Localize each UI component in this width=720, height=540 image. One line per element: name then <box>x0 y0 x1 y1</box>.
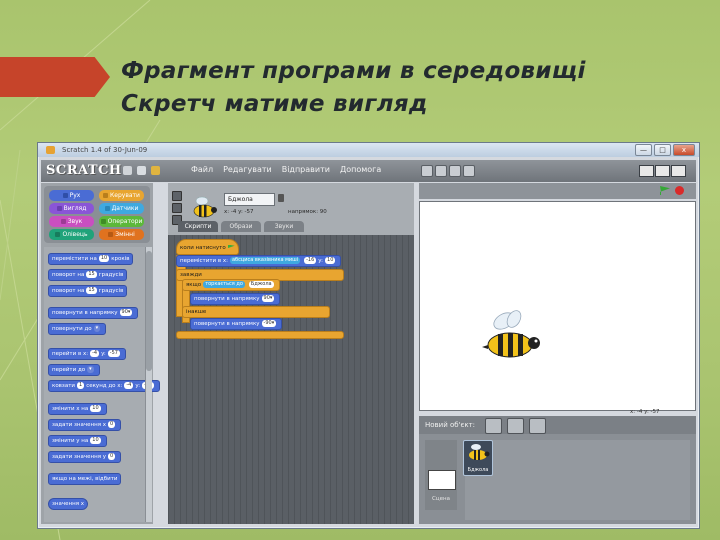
stage-toolbar <box>419 183 696 199</box>
small-stage-button[interactable] <box>639 165 654 177</box>
forever-block-end <box>176 331 344 339</box>
scissors-tool-icon[interactable] <box>435 165 447 177</box>
green-flag-icon <box>227 244 235 249</box>
goto-xy-script-block[interactable]: перемістити в x: абсциса вказівника миші -… <box>176 255 342 267</box>
new-sprite-label: Новий об'єкт: <box>425 421 476 429</box>
set-x-block[interactable]: задати значення x0 <box>48 419 122 431</box>
menu-edit[interactable]: Редагувати <box>223 165 272 174</box>
stage-label: Сцена <box>432 496 450 502</box>
category-operators[interactable]: Оператори <box>99 216 144 227</box>
globe-icon[interactable] <box>123 166 132 175</box>
bounce-block[interactable]: якщо на межі, відбити <box>48 473 122 485</box>
if-block[interactable]: якщо торкається до Бджола <box>182 279 280 291</box>
sprite-direction: напрямок: 90 <box>288 209 327 215</box>
slide-title-line1: Фрагмент програми в середовищі <box>121 58 586 84</box>
category-pen[interactable]: Олівець <box>49 229 94 240</box>
set-y-block[interactable]: задати значення y0 <box>48 451 122 463</box>
point-towards-block[interactable]: повернути до ▾ <box>48 323 107 335</box>
bee-thumbnail-icon <box>193 196 217 218</box>
sprite-name-field[interactable]: Бджола <box>224 193 275 206</box>
editor-tabs: Скрипти Образи Звуки <box>178 221 304 232</box>
close-button[interactable]: x <box>673 144 695 156</box>
share-icon[interactable] <box>151 166 160 175</box>
window-titlebar[interactable]: Scratch 1.4 of 30-Jun-09 — □ x <box>38 143 699 157</box>
sprite-coords: x: -4 y: -57 <box>224 209 254 215</box>
scratch-window: Scratch 1.4 of 30-Jun-09 — □ x SCRATCH Ф… <box>37 142 700 529</box>
sprite-thumbnail-bee[interactable]: Бджола <box>463 440 493 476</box>
rotate-all-icon[interactable] <box>172 191 182 201</box>
category-motion[interactable]: Рух <box>49 190 94 201</box>
slide-title: Фрагмент програми в середовищі Скретч ма… <box>121 55 681 121</box>
presentation-mode-button[interactable] <box>671 165 686 177</box>
goto-sprite-block[interactable]: перейти до ▾ <box>48 364 100 376</box>
save-icon[interactable] <box>137 166 146 175</box>
lock-icon[interactable] <box>278 194 284 202</box>
menu-bar: Файл Редагувати Відправити Допомога <box>191 165 381 174</box>
menu-help[interactable]: Допомога <box>340 165 381 174</box>
stage-thumbnail[interactable]: Сцена <box>425 440 457 510</box>
tab-scripts[interactable]: Скрипти <box>178 221 218 232</box>
category-selector: Рух Керувати Вигляд Датчики Звук Операто… <box>44 186 150 243</box>
app-icon <box>46 146 55 154</box>
flip-lr-icon[interactable] <box>172 203 182 213</box>
point-direction-90-block[interactable]: повернути в напрямку 90▾ <box>190 293 281 305</box>
palette-scrollbar-thumb[interactable] <box>146 251 152 371</box>
glide-block[interactable]: ковзати1секунд до x:-4y:-57 <box>48 380 161 392</box>
menu-file[interactable]: Файл <box>191 165 213 174</box>
scratch-logo: SCRATCH <box>46 163 122 178</box>
goto-xy-block[interactable]: перейти в x: -4 y: -57 <box>48 348 126 360</box>
category-variables[interactable]: Змінні <box>99 229 144 240</box>
menu-share[interactable]: Відправити <box>282 165 330 174</box>
script-area[interactable]: коли натиснуто перемістити в x: абсциса в… <box>168 235 414 524</box>
stage-mouse-coords: x: -4 y: -57 <box>630 409 660 415</box>
sprite-card-label: Бджола <box>467 467 489 473</box>
slide-title-line2: Скретч матиме вигляд <box>121 91 428 117</box>
bee-sprite[interactable] <box>478 307 548 367</box>
new-sprite-bar: Новий об'єкт: <box>419 416 696 434</box>
maximize-button[interactable]: □ <box>654 144 671 156</box>
paint-sprite-icon[interactable] <box>485 418 502 434</box>
palette-blocks: перемістити на 10 кроків поворот на 15 граду… <box>44 247 161 522</box>
sprite-list-area <box>465 440 690 520</box>
random-sprite-icon[interactable] <box>529 418 546 434</box>
block-palette: Рух Керувати Вигляд Датчики Звук Операто… <box>41 183 161 524</box>
turn-left-block[interactable]: поворот на 15 градусів <box>48 285 128 297</box>
tab-sounds[interactable]: Звуки <box>264 221 304 232</box>
category-sound[interactable]: Звук <box>49 216 94 227</box>
point-direction-minus90-block[interactable]: повернути в напрямку -90▾ <box>190 318 283 330</box>
stamp-tool-icon[interactable] <box>421 165 433 177</box>
change-x-block[interactable]: змінити x на 10 <box>48 403 107 415</box>
when-flag-clicked-block[interactable]: коли натиснуто <box>176 239 239 255</box>
bee-thumbnail-icon <box>469 444 490 460</box>
category-sensing[interactable]: Датчики <box>99 203 144 214</box>
category-control[interactable]: Керувати <box>99 190 144 201</box>
tab-costumes[interactable]: Образи <box>221 221 261 232</box>
window-title: Scratch 1.4 of 30-Jun-09 <box>62 146 148 154</box>
choose-sprite-icon[interactable] <box>507 418 524 434</box>
turn-right-block[interactable]: поворот на 15 градусів <box>48 269 128 281</box>
palette-scrollbar[interactable] <box>145 247 152 522</box>
change-y-block[interactable]: змінити y на 10 <box>48 435 107 447</box>
grow-tool-icon[interactable] <box>449 165 461 177</box>
x-position-reporter[interactable]: значення x <box>48 498 89 510</box>
minimize-button[interactable]: — <box>635 144 652 156</box>
point-direction-block[interactable]: повернути в напрямку 90▾ <box>48 307 139 319</box>
scratch-header-bar: SCRATCH Файл Редагувати Відправити Допом… <box>41 160 696 182</box>
sprite-info-panel: Бджола x: -4 y: -57 напрямок: 90 Скрипти… <box>168 183 414 235</box>
shrink-tool-icon[interactable] <box>463 165 475 177</box>
title-accent-arrow <box>0 57 110 97</box>
category-looks[interactable]: Вигляд <box>49 203 94 214</box>
else-block[interactable]: інакше <box>182 306 330 318</box>
sprite-list-panel: Новий об'єкт: Сцена Бджола <box>419 416 696 524</box>
stop-button[interactable] <box>675 186 684 195</box>
normal-stage-button[interactable] <box>655 165 670 177</box>
stage-thumbnail-image <box>428 470 456 490</box>
green-flag-button[interactable] <box>660 186 670 195</box>
move-steps-block[interactable]: перемістити на 10 кроків <box>48 253 134 265</box>
stage[interactable] <box>419 201 696 411</box>
